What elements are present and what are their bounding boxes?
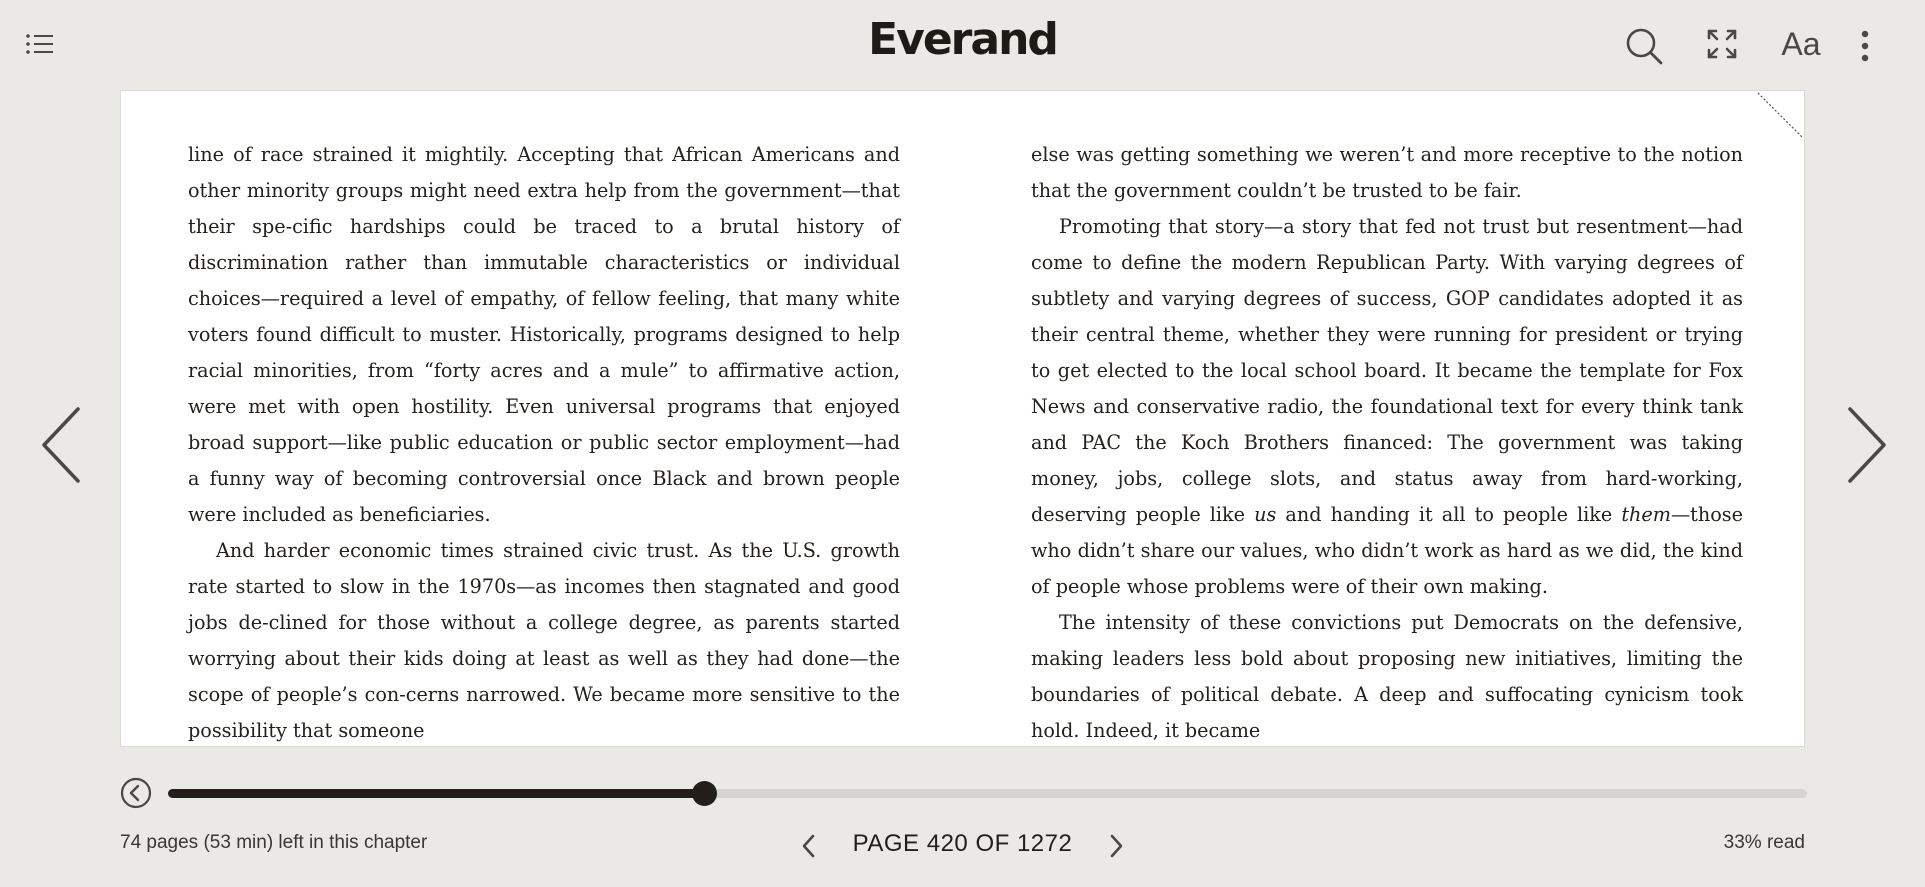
right-text-column: else was getting something we weren’t an… <box>1031 137 1743 749</box>
more-vertical-icon <box>1861 30 1869 62</box>
search-button[interactable] <box>1622 24 1666 68</box>
search-icon <box>1626 28 1663 65</box>
more-options-button[interactable] <box>1850 24 1880 68</box>
chevron-left-icon <box>42 407 80 483</box>
chevron-left-icon <box>802 834 815 858</box>
chevron-right-icon <box>1848 407 1886 483</box>
back-to-position-button[interactable] <box>120 777 152 809</box>
progress-fill <box>168 789 704 798</box>
paragraph: else was getting something we weren’t an… <box>1031 143 1743 202</box>
slider-thumb[interactable] <box>692 781 717 806</box>
page-navigator: PAGE 420 OF 1272 <box>795 826 1130 866</box>
percent-read: 33% read <box>1723 832 1805 853</box>
paragraph: The intensity of these convictions put D… <box>1031 611 1743 742</box>
book-page: line of race strained it mightily. Accep… <box>120 90 1805 747</box>
italic-text: us <box>1254 503 1277 526</box>
back-circle-icon <box>120 777 152 809</box>
text-segment: Promoting that story—a story that fed no… <box>1031 215 1743 526</box>
left-text-column: line of race strained it mightily. Accep… <box>188 137 900 749</box>
next-page-button[interactable] <box>1840 405 1892 485</box>
footer: 74 pages (53 min) left in this chapter P… <box>0 826 1925 866</box>
bookmark-corner-icon[interactable] <box>1756 91 1804 139</box>
page-indicator: PAGE 420 OF 1272 <box>852 830 1073 857</box>
progress-row <box>120 775 1807 811</box>
font-settings-button[interactable]: Aa <box>1776 22 1826 66</box>
text-segment: and handing it all to people like <box>1276 503 1622 526</box>
paragraph: And harder economic times strained civic… <box>188 539 900 742</box>
top-bar: Everand Aa <box>0 0 1925 90</box>
reading-progress-slider[interactable] <box>168 781 1807 806</box>
paragraph: Promoting that story—a story that fed no… <box>1031 209 1743 605</box>
expand-icon <box>1707 29 1737 59</box>
paragraph: line of race strained it mightily. Accep… <box>188 143 900 526</box>
chapter-remaining-text: 74 pages (53 min) left in this chapter <box>120 832 428 853</box>
fullscreen-button[interactable] <box>1704 26 1740 62</box>
previous-page-button[interactable] <box>36 405 88 485</box>
chevron-right-icon <box>1110 834 1123 858</box>
italic-text: them <box>1621 503 1671 526</box>
pager-next-button[interactable] <box>1102 832 1130 860</box>
pager-previous-button[interactable] <box>795 832 823 860</box>
